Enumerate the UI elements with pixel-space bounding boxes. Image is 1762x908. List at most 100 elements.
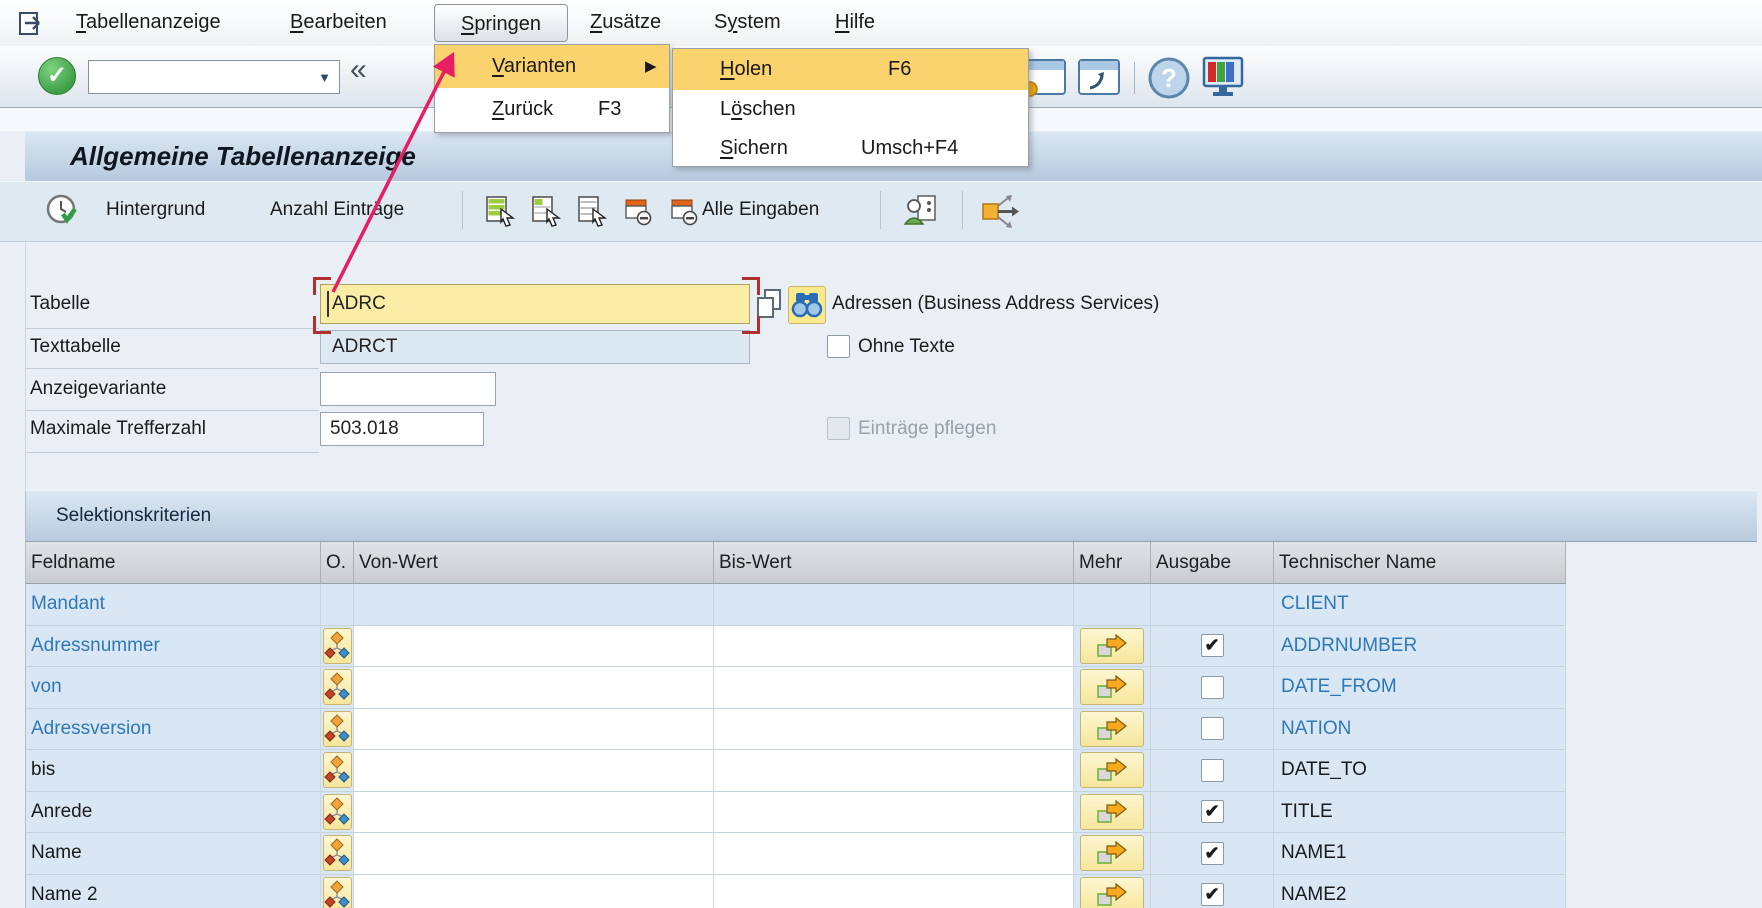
springen-dropdown-menu: Varianten ▶ Zurück F3	[434, 44, 670, 133]
ausgabe-checkbox[interactable]	[1201, 759, 1224, 782]
mehr-cell	[1074, 792, 1151, 834]
command-field[interactable]: ▼	[88, 60, 340, 94]
create-shortcut-icon[interactable]	[1076, 55, 1122, 99]
field-name-label: von	[26, 676, 62, 698]
menu-item-loeschen[interactable]: Löschen	[673, 90, 1028, 129]
ausgabe-checkbox[interactable]: ✔	[1201, 842, 1224, 865]
bis-wert-input[interactable]	[714, 833, 1074, 875]
field-name-label: Adressversion	[26, 718, 151, 740]
collapse-toolbar-button[interactable]: «	[350, 53, 367, 87]
von-wert-input[interactable]	[354, 792, 714, 834]
user-parameters-icon[interactable]	[902, 192, 940, 230]
ohne-texte-label: Ohne Texte	[858, 330, 955, 364]
multiple-selection-button[interactable]	[1080, 835, 1144, 871]
field-name-cell: Name 2	[26, 875, 321, 908]
header-mehr: Mehr	[1074, 542, 1151, 584]
option-cell	[321, 750, 354, 792]
bis-wert-input[interactable]	[714, 875, 1074, 908]
customize-layout-icon[interactable]	[1200, 55, 1246, 99]
toolbar-separator	[1134, 62, 1135, 94]
texttabelle-input[interactable]: ADRCT	[320, 330, 750, 364]
field-name-label: Adressnummer	[26, 635, 160, 657]
selection-options-button[interactable]	[323, 794, 352, 830]
choose-field-icon[interactable]	[530, 194, 562, 228]
tabelle-input[interactable]: ADRC	[320, 284, 750, 324]
mehr-cell	[1074, 709, 1151, 751]
field-name-cell: Mandant	[26, 584, 321, 626]
selection-options-button[interactable]	[323, 752, 352, 788]
anzeigevariante-input[interactable]	[320, 372, 496, 406]
menu-item-holen[interactable]: Holen F6	[673, 49, 1028, 90]
anzeigevariante-label: Anzeigevariante	[30, 376, 166, 402]
selection-options-button[interactable]	[323, 628, 352, 664]
bis-wert-input[interactable]	[714, 792, 1074, 834]
multiple-selection-button[interactable]	[1080, 628, 1144, 664]
bis-wert-input[interactable]	[714, 667, 1074, 709]
ausgabe-checkbox[interactable]	[1201, 676, 1224, 699]
selection-options-button[interactable]	[323, 711, 352, 747]
menu-zusaetze[interactable]: Zusätze	[590, 0, 661, 45]
menu-item-zurueck[interactable]: Zurück F3	[435, 88, 669, 131]
sap-gui-window: Tabellenanzeige Bearbeiten Springen Zusä…	[0, 0, 1762, 908]
help-glyph: ?	[1161, 63, 1177, 93]
multiple-selection-button[interactable]	[1080, 794, 1144, 830]
multiple-selection-button[interactable]	[1080, 711, 1144, 747]
selektionskriterien-header: Selektionskriterien	[25, 490, 1757, 542]
von-wert-input[interactable]	[354, 833, 714, 875]
field-name-label: bis	[26, 759, 55, 781]
von-wert-input[interactable]	[354, 667, 714, 709]
menu-system[interactable]: System	[714, 0, 781, 45]
multiple-selection-button[interactable]	[1080, 669, 1144, 705]
ausgabe-cell: ✔	[1151, 792, 1274, 834]
von-wert-input[interactable]	[354, 750, 714, 792]
multiple-selection-button[interactable]	[1080, 877, 1144, 908]
selection-options-button[interactable]	[323, 669, 352, 705]
ohne-texte-checkbox[interactable]	[827, 335, 850, 358]
multiple-selection-icon	[1095, 840, 1129, 866]
selection-options-button[interactable]	[323, 835, 352, 871]
menu-bearbeiten[interactable]: Bearbeiten	[290, 0, 387, 45]
hintergrund-button[interactable]: Hintergrund	[106, 181, 205, 239]
matchcode-button[interactable]	[788, 286, 826, 324]
technical-name-cell: NAME1	[1274, 833, 1566, 875]
chevron-down-icon[interactable]: ▼	[318, 70, 331, 85]
max-trefferzahl-label: Maximale Trefferzahl	[30, 416, 206, 442]
menu-springen[interactable]: Springen	[434, 4, 568, 42]
execute-icon[interactable]	[44, 192, 80, 228]
multiple-selection-icon	[1095, 799, 1129, 825]
selection-options-button[interactable]	[323, 877, 352, 908]
bis-wert-input[interactable]	[714, 709, 1074, 751]
choose-all-icon[interactable]	[576, 194, 608, 228]
multiple-selection-button[interactable]	[1080, 752, 1144, 788]
delete-entry-icon[interactable]	[623, 194, 655, 228]
header-ausgabe: Ausgabe	[1151, 542, 1274, 584]
bis-wert-input	[714, 584, 1074, 626]
menu-item-sichern[interactable]: Sichern Umsch+F4	[673, 129, 1028, 168]
anzahl-eintraege-button[interactable]: Anzahl Einträge	[270, 181, 404, 239]
help-icon[interactable]: ?	[1146, 56, 1192, 100]
menu-functions-icon[interactable]	[16, 8, 46, 38]
field-name-label: Anrede	[26, 801, 92, 823]
von-wert-input[interactable]	[354, 709, 714, 751]
technical-name-cell: CLIENT	[1274, 584, 1566, 626]
von-wert-input[interactable]	[354, 626, 714, 668]
bis-wert-input[interactable]	[714, 626, 1074, 668]
selection-options-icon	[324, 631, 350, 661]
ausgabe-checkbox[interactable]: ✔	[1201, 800, 1224, 823]
ausgabe-checkbox[interactable]: ✔	[1201, 634, 1224, 657]
enter-button[interactable]: ✓	[38, 57, 76, 95]
distribute-icon[interactable]	[980, 192, 1020, 230]
delete-all-entries-icon[interactable]	[669, 194, 701, 228]
alle-eingaben-button[interactable]: Alle Eingaben	[702, 181, 819, 239]
ausgabe-checkbox[interactable]	[1201, 717, 1224, 740]
menu-tabellenanzeige[interactable]: Tabellenanzeige	[76, 0, 221, 45]
bis-wert-input[interactable]	[714, 750, 1074, 792]
field-name-label: Name	[26, 842, 82, 864]
ausgabe-checkbox[interactable]: ✔	[1201, 883, 1224, 906]
choose-fields-icon[interactable]	[484, 194, 516, 228]
max-trefferzahl-input[interactable]: 503.018	[320, 412, 484, 446]
von-wert-input[interactable]	[354, 875, 714, 908]
menu-item-varianten[interactable]: Varianten ▶	[435, 45, 669, 88]
focus-bracket	[742, 277, 760, 295]
menu-hilfe[interactable]: Hilfe	[835, 0, 875, 45]
